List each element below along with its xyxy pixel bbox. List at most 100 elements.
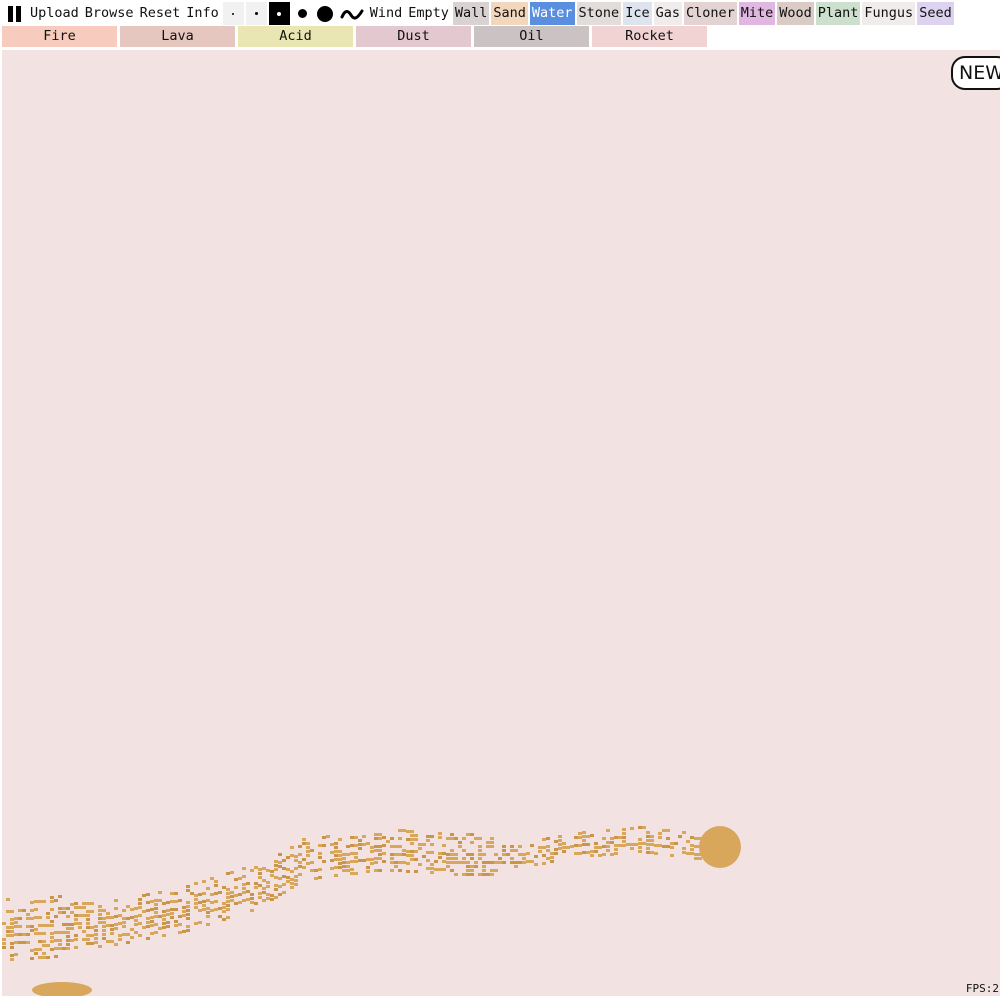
sand-particle: [274, 864, 278, 867]
sand-particle: [470, 853, 474, 856]
sand-particle: [10, 922, 14, 925]
sand-particle: [226, 904, 230, 907]
sand-particle: [638, 846, 642, 849]
brush-size-5-button[interactable]: [314, 2, 336, 25]
sand-particle: [490, 873, 494, 876]
sand-particle: [50, 940, 54, 943]
element-button-stone[interactable]: Stone: [576, 2, 622, 25]
sand-particle: [630, 827, 634, 830]
element-button-cloner[interactable]: Cloner: [683, 2, 737, 25]
sand-particle: [514, 849, 518, 852]
sand-particle: [378, 833, 382, 836]
sand-particle: [246, 882, 250, 885]
sand-particle: [226, 916, 230, 919]
sand-particle: [342, 853, 346, 856]
sand-particle: [6, 910, 10, 913]
sand-particle: [134, 923, 138, 926]
sand-particle: [46, 916, 50, 919]
sand-particle: [646, 831, 650, 834]
brush-size-3-button[interactable]: [268, 2, 290, 25]
element-button-lava[interactable]: Lava: [120, 26, 235, 47]
sand-particle: [610, 841, 614, 844]
sand-particle: [26, 941, 30, 944]
sand-particle: [278, 865, 282, 868]
element-button-plant[interactable]: Plant: [815, 2, 861, 25]
wind-wave-button[interactable]: [337, 2, 366, 25]
element-button-wind[interactable]: Wind: [367, 2, 405, 25]
sand-particle: [266, 881, 270, 884]
brush-size-1-button[interactable]: [222, 2, 244, 25]
sand-particle: [38, 948, 42, 951]
sand-particle: [282, 891, 286, 894]
sand-particle: [82, 938, 86, 941]
sand-particle: [142, 894, 146, 897]
element-button-water[interactable]: Water: [529, 2, 575, 25]
sand-particle: [82, 906, 86, 909]
sand-particle: [278, 861, 282, 864]
sand-particle: [334, 866, 338, 869]
sand-particle: [6, 934, 10, 937]
sand-particle: [382, 836, 386, 839]
sand-particle: [138, 902, 142, 905]
sand-particle: [234, 902, 238, 905]
reset-button[interactable]: Reset: [137, 2, 183, 25]
sand-particle: [198, 901, 202, 904]
element-button-wall[interactable]: Wall: [452, 2, 490, 25]
sand-particle: [374, 845, 378, 848]
browse-button[interactable]: Browse: [82, 2, 136, 25]
brush-size-2-button[interactable]: [245, 2, 267, 25]
sand-particle: [134, 931, 138, 934]
sand-particle: [194, 894, 198, 897]
element-button-ice[interactable]: Ice: [623, 2, 652, 25]
sand-particle: [306, 842, 310, 845]
sand-particle: [698, 857, 702, 860]
element-button-gas[interactable]: Gas: [653, 2, 682, 25]
sand-particle: [374, 857, 378, 860]
sand-particle: [290, 846, 294, 849]
sand-particle: [194, 902, 198, 905]
element-button-rocket[interactable]: Rocket: [592, 26, 707, 47]
element-button-mite[interactable]: Mite: [738, 2, 776, 25]
element-button-seed[interactable]: Seed: [917, 2, 954, 25]
sand-particle: [58, 943, 62, 946]
sand-particle: [306, 846, 310, 849]
sand-particle: [358, 847, 362, 850]
new-badge[interactable]: NEW: [951, 56, 1000, 90]
sand-particle: [30, 957, 34, 960]
sand-particle: [498, 857, 502, 860]
sand-particle: [462, 873, 466, 876]
sand-particle: [138, 934, 142, 937]
sand-particle: [46, 912, 50, 915]
sand-particle: [694, 845, 698, 848]
upload-button[interactable]: Upload: [28, 2, 81, 25]
simulation-canvas[interactable]: [2, 50, 1000, 996]
element-button-sand[interactable]: Sand: [491, 2, 528, 25]
sand-particle: [410, 842, 414, 845]
element-button-fire[interactable]: Fire: [2, 26, 117, 47]
sand-particle: [342, 861, 346, 864]
brush-size-4-button[interactable]: [291, 2, 313, 25]
sand-particle: [146, 921, 150, 924]
element-button-wood[interactable]: Wood: [777, 2, 814, 25]
sand-particle: [398, 829, 402, 832]
element-button-fungus[interactable]: Fungus: [862, 2, 916, 25]
pause-button[interactable]: [2, 2, 26, 25]
sand-particle: [174, 924, 178, 927]
sand-particle: [318, 876, 322, 879]
sand-particle: [470, 841, 474, 844]
sand-particle: [278, 885, 282, 888]
info-button[interactable]: Info: [184, 2, 221, 25]
element-button-dust[interactable]: Dust: [356, 26, 471, 47]
element-button-oil[interactable]: Oil: [474, 26, 589, 47]
sand-particle: [74, 934, 78, 937]
sand-particle: [374, 833, 378, 836]
sand-particle: [6, 926, 10, 929]
sand-particle: [66, 907, 70, 910]
element-button-empty[interactable]: Empty: [406, 2, 451, 25]
sand-particle: [590, 850, 594, 853]
sand-particle: [426, 835, 430, 838]
sand-particle: [518, 861, 522, 864]
sand-particle: [338, 862, 342, 865]
element-button-acid[interactable]: Acid: [238, 26, 353, 47]
sand-particle: [154, 911, 158, 914]
